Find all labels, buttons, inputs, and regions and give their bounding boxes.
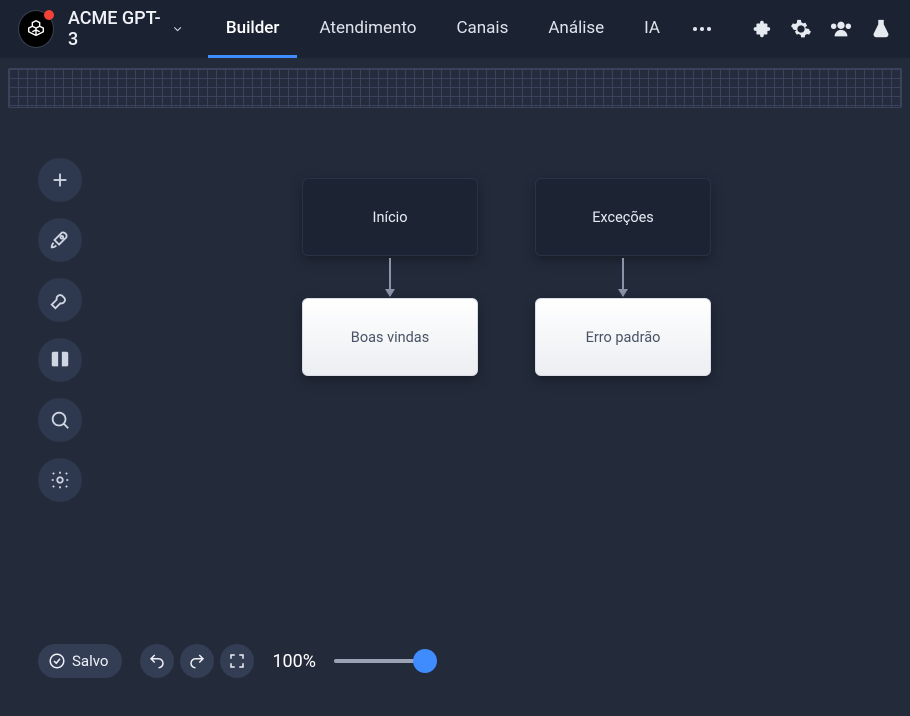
- plus-icon: [49, 169, 71, 191]
- node-label: Início: [373, 209, 408, 226]
- app-logo[interactable]: [18, 10, 54, 48]
- tab-more[interactable]: [682, 0, 722, 58]
- docs-button[interactable]: [38, 338, 82, 382]
- publish-button[interactable]: [38, 218, 82, 262]
- node-exceptions[interactable]: Exceções: [535, 178, 711, 256]
- notification-badge: [44, 10, 54, 20]
- zoom-level: 100%: [272, 651, 316, 672]
- tab-canais[interactable]: Canais: [438, 0, 526, 58]
- edge-exceptions-error: [622, 258, 624, 296]
- chevron-down-icon: [171, 22, 184, 36]
- extensions-button[interactable]: [750, 18, 772, 40]
- node-welcome[interactable]: Boas vindas: [302, 298, 478, 376]
- side-toolbar: [38, 158, 82, 502]
- redo-icon: [188, 652, 206, 670]
- gear-small-icon: [49, 469, 71, 491]
- openai-logo-icon: [25, 18, 47, 40]
- node-label: Boas vindas: [351, 329, 429, 346]
- flask-icon: [870, 18, 892, 40]
- save-status: Salvo: [38, 644, 122, 678]
- tab-analise[interactable]: Análise: [530, 0, 622, 58]
- rocket-icon: [49, 229, 71, 251]
- zoom-slider[interactable]: [334, 659, 434, 663]
- fit-view-button[interactable]: [220, 644, 254, 678]
- edge-start-welcome: [389, 258, 391, 296]
- wrench-icon: [49, 289, 71, 311]
- tab-builder[interactable]: Builder: [208, 0, 298, 58]
- header-actions: [750, 18, 892, 40]
- book-icon: [49, 349, 71, 371]
- node-label: Exceções: [592, 209, 654, 226]
- people-icon: [830, 18, 852, 40]
- node-default-error[interactable]: Erro padrão: [535, 298, 711, 376]
- canvas-bottom-bar: Salvo 100%: [38, 644, 434, 678]
- save-status-label: Salvo: [72, 652, 108, 670]
- node-label: Erro padrão: [586, 329, 661, 346]
- node-start[interactable]: Início: [302, 178, 478, 256]
- app-header: ACME GPT-3 Builder Atendimento Canais An…: [0, 0, 910, 58]
- puzzle-icon: [750, 18, 772, 40]
- more-horizontal-icon: [692, 26, 712, 32]
- search-button[interactable]: [38, 398, 82, 442]
- check-circle-icon: [48, 652, 66, 670]
- gear-icon: [790, 18, 812, 40]
- search-icon: [49, 409, 71, 431]
- settings-button[interactable]: [790, 18, 812, 40]
- team-button[interactable]: [830, 18, 852, 40]
- tab-ia[interactable]: IA: [626, 0, 678, 58]
- flow-canvas[interactable]: Início Boas vindas Exceções Erro padrão …: [0, 108, 910, 708]
- undo-icon: [148, 652, 166, 670]
- tools-button[interactable]: [38, 278, 82, 322]
- redo-button[interactable]: [180, 644, 214, 678]
- app-title-dropdown[interactable]: ACME GPT-3: [68, 8, 184, 50]
- add-block-button[interactable]: [38, 158, 82, 202]
- nav-tabs: Builder Atendimento Canais Análise IA: [208, 0, 722, 58]
- canvas-ruler[interactable]: [8, 68, 902, 108]
- undo-button[interactable]: [140, 644, 174, 678]
- experiments-button[interactable]: [870, 18, 892, 40]
- history-controls: [140, 644, 254, 678]
- tab-atendimento[interactable]: Atendimento: [301, 0, 434, 58]
- zoom-slider-thumb[interactable]: [413, 649, 437, 673]
- fullscreen-icon: [228, 652, 246, 670]
- variables-button[interactable]: [38, 458, 82, 502]
- app-title-text: ACME GPT-3: [68, 8, 165, 50]
